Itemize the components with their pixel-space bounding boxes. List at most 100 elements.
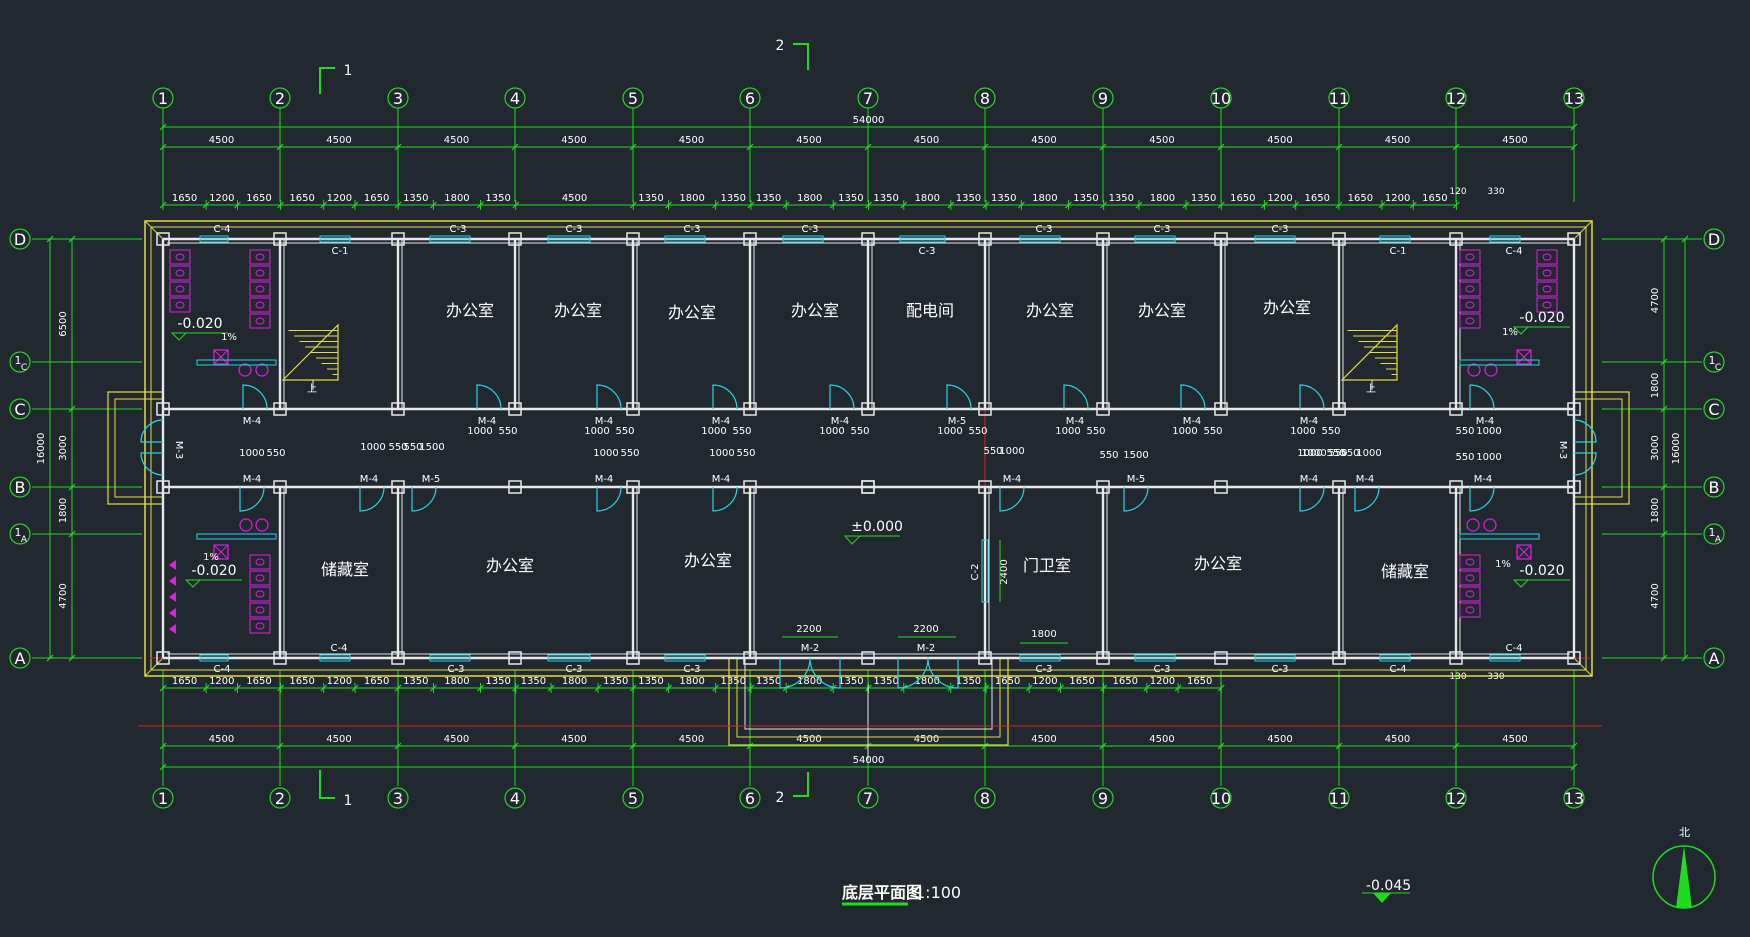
dim-text: 4500 [914, 734, 939, 745]
tag-c3: C-3 [802, 224, 819, 235]
door-dim-text: 2200 [913, 624, 938, 635]
door-dim-text: 1000 [593, 448, 618, 459]
room-label-office: 办公室 [791, 301, 839, 320]
dim-text: 1200 [209, 676, 234, 687]
tag-c3: C-3 [684, 224, 701, 235]
tag-m4: M-4 [360, 474, 379, 485]
axis-label: 10 [1211, 89, 1231, 108]
tag-c3: C-3 [566, 224, 583, 235]
dim-text: 1350 [873, 676, 898, 687]
dim-text: 1650 [1112, 676, 1137, 687]
dim-text: 1350 [403, 193, 428, 204]
dim-text: 1650 [172, 193, 197, 204]
dim-text: 330 [1487, 672, 1504, 682]
axis-label: 10 [1211, 789, 1231, 808]
dim-text: 4500 [1267, 135, 1292, 146]
room-label-office: 办公室 [1026, 301, 1074, 320]
dim-text: 1350 [756, 676, 781, 687]
door-dim-text: 550 [1099, 450, 1118, 461]
tag-m2: M-2 [801, 643, 820, 654]
door-dim-text: 550 [850, 426, 869, 437]
axis-label: 2 [275, 89, 285, 108]
tag-c4: C-4 [1390, 664, 1407, 675]
door-dim-text: 550 [1086, 426, 1105, 437]
room-label-office: 办公室 [1138, 301, 1186, 320]
axis-label: 3 [393, 89, 403, 108]
door-dim-text: 1000 [999, 446, 1024, 457]
dim-text: 1650 [364, 193, 389, 204]
dim-text: 1200 [1032, 676, 1057, 687]
wc-level-text: -0.020 [177, 316, 222, 332]
dim-text: 1650 [289, 676, 314, 687]
tag-c3: C-3 [1036, 224, 1053, 235]
dim-text: 4500 [326, 734, 351, 745]
axis-label: C [14, 400, 25, 419]
axis-label: D [14, 230, 26, 249]
tag-c3: C-3 [566, 664, 583, 675]
door-dim-text: 1000 [1476, 452, 1501, 463]
dim-text: 1350 [603, 676, 628, 687]
room-label-office: 办公室 [1263, 298, 1311, 317]
tag-c3: C-3 [450, 224, 467, 235]
room-label-office: 办公室 [1194, 554, 1242, 573]
dim-text: 3000 [58, 435, 69, 460]
axis-label: 6 [745, 89, 755, 108]
dim-text: 4500 [679, 734, 704, 745]
wc-level-text: -0.020 [1519, 310, 1564, 326]
dim-text: 1350 [956, 676, 981, 687]
dim-text: 4500 [1385, 135, 1410, 146]
section-mark-label: 2 [776, 38, 785, 54]
room-label-office: 办公室 [446, 301, 494, 320]
room-label-office: 办公室 [668, 303, 716, 322]
tag-m4: M-4 [1003, 474, 1022, 485]
tag-c3: C-3 [1154, 224, 1171, 235]
slope-text: 1% [1502, 327, 1518, 338]
dim-text: 4500 [561, 734, 586, 745]
axis-label: A [15, 649, 26, 668]
dim-text: 4700 [58, 583, 69, 608]
dim-text: 1350 [1109, 193, 1134, 204]
door-dim-text: 1000 [584, 426, 609, 437]
axis-label: 9 [1098, 789, 1108, 808]
tag-c4: C-4 [1506, 643, 1523, 654]
tag-c3: C-3 [684, 664, 701, 675]
dim-text: 1350 [1191, 193, 1216, 204]
axis-label: C [1715, 363, 1721, 373]
dim-text: 1650 [289, 193, 314, 204]
dim-text: 4500 [1149, 135, 1174, 146]
axis-label: 9 [1098, 89, 1108, 108]
door-dim-text: 1000 [1297, 448, 1322, 459]
door-dim-text: 550 [1203, 426, 1222, 437]
dim-text: 1650 [1187, 676, 1212, 687]
dim-text: 1800 [915, 676, 940, 687]
door-dim-text: 550 [968, 426, 987, 437]
door-dim-text: 1000 [360, 442, 385, 453]
room-label-guard-room: 门卫室 [1023, 556, 1071, 575]
floor-plan-drawing: 1122334455667788991010111112121313D D1C1C… [0, 0, 1750, 937]
axis-label: 13 [1564, 89, 1584, 108]
tag-m4: M-4 [243, 474, 262, 485]
axis-label: 8 [980, 789, 990, 808]
tag-c2: C-2 [970, 564, 981, 581]
dim-text: 4500 [1149, 734, 1174, 745]
room-label-office: 办公室 [554, 301, 602, 320]
dim-text: 4500 [444, 135, 469, 146]
axis-label: 4 [510, 89, 520, 108]
dim-text: 4700 [1650, 288, 1661, 313]
axis-label: 11 [1329, 89, 1349, 108]
section-mark-label: 1 [344, 793, 353, 809]
dim-text: 1350 [721, 676, 746, 687]
door-dim-text: 1000 [239, 448, 264, 459]
tag-c3: C-3 [1272, 224, 1289, 235]
tag-c3: C-3 [1036, 664, 1053, 675]
dim-text: 1350 [721, 193, 746, 204]
dim-text: 1650 [246, 676, 271, 687]
dim-text: 1200 [209, 193, 234, 204]
axis-label: 6 [745, 789, 755, 808]
axis-label: 5 [628, 789, 638, 808]
slope-text: 1% [1495, 559, 1511, 570]
stair-up-text: 上 [307, 383, 317, 395]
dim-text: 1350 [485, 193, 510, 204]
dim-text: 1650 [364, 676, 389, 687]
door-dim-text: 550 [1455, 426, 1474, 437]
